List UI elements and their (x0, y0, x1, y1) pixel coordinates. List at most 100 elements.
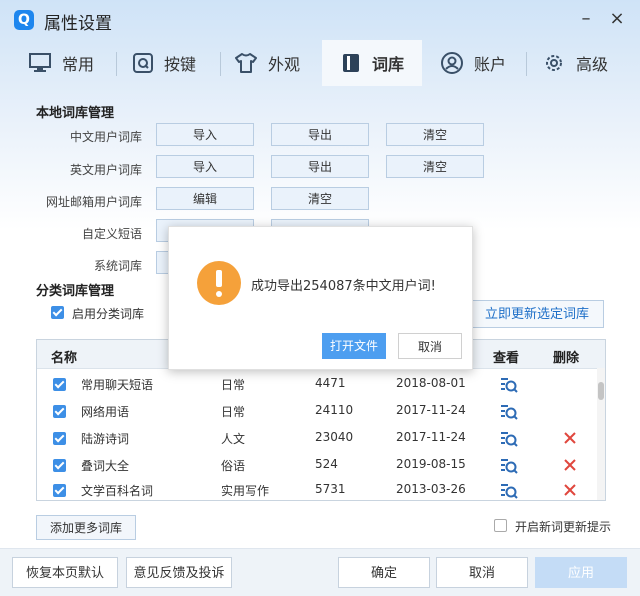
english-clear-button[interactable]: 清空 (386, 155, 484, 178)
row-date: 2013-03-26 (396, 482, 466, 496)
enable-category-checkbox[interactable] (51, 306, 64, 322)
tab-dictionary[interactable]: 词库 (322, 40, 422, 86)
tab-advanced-label: 高级 (576, 55, 609, 74)
new-word-notify-checkbox[interactable] (494, 519, 507, 532)
delete-icon[interactable] (563, 483, 577, 497)
row-label-custom-phrase: 自定义短语 (81, 227, 142, 241)
row-date: 2017-11-24 (396, 403, 466, 417)
table-row[interactable]: 网络用语 日常 24110 2017-11-24 (37, 398, 597, 425)
table-row[interactable]: 文学百科名词 实用写作 5731 2013-03-26 (37, 479, 597, 500)
row-count: 24110 (315, 403, 354, 417)
export-success-dialog: 成功导出254087条中文用户词! 打开文件 取消 (168, 226, 473, 370)
tab-dictionary-label: 词库 (371, 55, 404, 74)
row-date: 2019-08-15 (396, 457, 466, 471)
warning-icon (197, 261, 241, 305)
tab-general[interactable]: 常用 (28, 40, 118, 86)
table-row[interactable]: 叠词大全 俗语 524 2019-08-15 (37, 452, 597, 479)
table-scrollbar[interactable] (597, 368, 605, 500)
monitor-icon (29, 53, 51, 72)
minimize-button[interactable]: – (575, 8, 597, 30)
title-bar: Q 属性设置 – × (0, 0, 640, 40)
window-title: 属性设置 (44, 14, 112, 34)
row-count: 23040 (315, 430, 354, 444)
app-logo-icon: Q (14, 10, 34, 30)
scrollbar-thumb[interactable] (598, 382, 604, 400)
row-date: 2018-08-01 (396, 376, 466, 390)
english-import-button[interactable]: 导入 (156, 155, 254, 178)
footer-bar: 恢复本页默认 意见反馈及投诉 确定 取消 应用 (0, 548, 640, 596)
settings-window: Q 属性设置 – × 常用 按键 外观 词库 账户 高级 本地词库管理 中文用户… (0, 0, 640, 596)
delete-icon[interactable] (563, 458, 577, 472)
user-icon (441, 52, 463, 74)
row-name: 叠词大全 (81, 459, 130, 473)
row-type: 人文 (221, 432, 246, 446)
view-icon[interactable] (499, 402, 519, 422)
table-row[interactable]: 常用聊天短语 日常 4471 2018-08-01 (37, 371, 597, 398)
row-checkbox[interactable] (53, 405, 66, 418)
chinese-clear-button[interactable]: 清空 (386, 123, 484, 146)
tab-divider (116, 52, 117, 76)
english-export-button[interactable]: 导出 (271, 155, 369, 178)
tab-appearance-label: 外观 (268, 55, 301, 74)
row-name: 文学百科名词 (81, 484, 154, 498)
dialog-cancel-button[interactable]: 取消 (398, 333, 462, 359)
row-type: 日常 (221, 405, 246, 419)
new-word-notify-label: 开启新词更新提示 (515, 520, 612, 534)
chinese-export-button[interactable]: 导出 (271, 123, 369, 146)
row-count: 524 (315, 457, 338, 471)
open-file-button[interactable]: 打开文件 (322, 333, 386, 359)
apply-button[interactable]: 应用 (535, 557, 627, 588)
row-name: 网络用语 (81, 405, 130, 419)
url-email-edit-button[interactable]: 编辑 (156, 187, 254, 210)
feedback-button[interactable]: 意见反馈及投诉 (126, 557, 232, 588)
row-count: 4471 (315, 376, 346, 390)
chinese-import-button[interactable]: 导入 (156, 123, 254, 146)
view-icon[interactable] (499, 375, 519, 395)
row-label-system: 系统词库 (93, 259, 142, 273)
dialog-message: 成功导出254087条中文用户词! (251, 279, 436, 294)
row-label-chinese: 中文用户词库 (69, 130, 142, 144)
book-icon (342, 54, 359, 72)
tab-bar: 常用 按键 外观 词库 账户 高级 (0, 40, 640, 86)
row-date: 2017-11-24 (396, 430, 466, 444)
tab-advanced[interactable]: 高级 (542, 40, 632, 86)
restore-defaults-button[interactable]: 恢复本页默认 (12, 557, 118, 588)
table-row[interactable]: 陆游诗词 人文 23040 2017-11-24 (37, 425, 597, 452)
tab-divider (220, 52, 221, 76)
row-checkbox[interactable] (53, 432, 66, 445)
gear-icon (546, 55, 562, 71)
view-icon[interactable] (499, 456, 519, 476)
row-label-english: 英文用户词库 (69, 163, 142, 177)
cancel-button[interactable]: 取消 (436, 557, 528, 588)
row-type: 日常 (221, 378, 246, 392)
close-button[interactable]: × (606, 8, 628, 30)
row-name: 陆游诗词 (81, 432, 130, 446)
enable-category-label: 启用分类词库 (72, 307, 145, 321)
tab-keys-label: 按键 (164, 55, 197, 74)
shirt-icon (235, 53, 257, 73)
tab-divider (526, 52, 527, 76)
view-icon[interactable] (499, 481, 519, 500)
row-checkbox[interactable] (53, 378, 66, 391)
row-type: 俗语 (221, 459, 246, 473)
delete-icon[interactable] (563, 431, 577, 445)
row-count: 5731 (315, 482, 346, 496)
checkbox-checked-icon (51, 306, 64, 319)
tab-account-label: 账户 (474, 55, 507, 74)
column-name: 名称 (51, 351, 78, 366)
tab-account[interactable]: 账户 (440, 40, 528, 86)
column-view: 查看 (493, 351, 520, 366)
view-icon[interactable] (499, 429, 519, 449)
update-selected-button[interactable]: 立即更新选定词库 (470, 300, 604, 328)
row-name: 常用聊天短语 (81, 378, 154, 392)
tab-appearance[interactable]: 外观 (234, 40, 320, 86)
category-dictionary-heading: 分类词库管理 (36, 284, 115, 299)
ok-button[interactable]: 确定 (338, 557, 430, 588)
add-more-dictionaries-button[interactable]: 添加更多词库 (36, 515, 136, 540)
row-type: 实用写作 (221, 484, 270, 498)
column-delete: 删除 (553, 351, 580, 366)
row-checkbox[interactable] (53, 484, 66, 497)
row-checkbox[interactable] (53, 459, 66, 472)
tab-keys[interactable]: 按键 (132, 40, 222, 86)
url-email-clear-button[interactable]: 清空 (271, 187, 369, 210)
